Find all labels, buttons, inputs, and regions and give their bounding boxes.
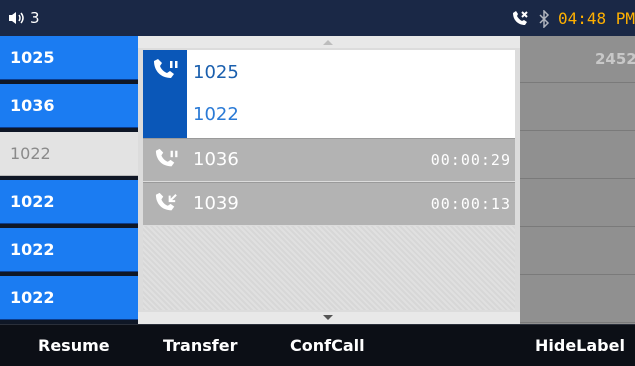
softkey-bar: Resume Transfer ConfCall HideLabel xyxy=(0,324,635,366)
calls-panel: 1025 1022 1036 00:00:29 1039 00:00:13 xyxy=(138,36,520,324)
line-keys-panel: 1025 1036 1022 1022 1022 1022 xyxy=(0,36,138,324)
held-call-number: 1036 xyxy=(193,149,239,170)
active-call-local-number: 1022 xyxy=(193,104,239,125)
right-line-5[interactable] xyxy=(520,228,635,275)
scroll-up-arrow[interactable] xyxy=(138,36,520,48)
speaker-icon xyxy=(8,10,26,26)
line-key-2[interactable]: 1036 xyxy=(0,84,138,128)
right-line-label: 2452 xyxy=(595,50,635,68)
active-call-remote-number: 1025 xyxy=(193,62,239,83)
right-line-1[interactable]: 2452 xyxy=(520,36,635,83)
line-key-5[interactable]: 1022 xyxy=(0,228,138,272)
active-call[interactable]: 1025 1022 xyxy=(143,50,515,138)
confcall-button[interactable]: ConfCall xyxy=(290,336,365,355)
hidelabel-button[interactable]: HideLabel xyxy=(535,336,625,355)
status-right: 04:48 PM xyxy=(510,9,635,28)
active-call-icon-block xyxy=(143,50,187,138)
empty-call-area xyxy=(143,226,515,310)
held-call-duration: 00:00:29 xyxy=(430,151,511,169)
held-call-duration: 00:00:13 xyxy=(430,195,511,213)
status-bar: 3 04:48 PM xyxy=(0,0,635,36)
held-call-2[interactable]: 1039 00:00:13 xyxy=(143,182,515,225)
line-key-4[interactable]: 1022 xyxy=(0,180,138,224)
handset-talking-icon xyxy=(151,58,179,86)
held-call-number: 1039 xyxy=(193,193,239,214)
clock-time: 04:48 PM xyxy=(557,9,635,28)
right-line-4[interactable] xyxy=(520,180,635,227)
resume-button[interactable]: Resume xyxy=(38,336,110,355)
handset-incoming-icon xyxy=(153,192,179,218)
line-key-1[interactable]: 1025 xyxy=(0,36,138,80)
handset-talking-icon xyxy=(153,148,179,174)
scroll-down-arrow[interactable] xyxy=(138,312,520,324)
line-key-3[interactable]: 1022 xyxy=(0,132,138,176)
missed-call-icon xyxy=(510,10,530,28)
status-left: 3 xyxy=(8,9,40,27)
bluetooth-icon xyxy=(538,9,550,28)
right-line-6[interactable] xyxy=(520,276,635,323)
right-line-3[interactable] xyxy=(520,132,635,179)
right-line-2[interactable] xyxy=(520,84,635,131)
account-index: 3 xyxy=(30,9,40,27)
transfer-button[interactable]: Transfer xyxy=(163,336,237,355)
right-line-panel: 2452 xyxy=(520,36,635,324)
held-call-1[interactable]: 1036 00:00:29 xyxy=(143,138,515,181)
line-key-6[interactable]: 1022 xyxy=(0,276,138,320)
